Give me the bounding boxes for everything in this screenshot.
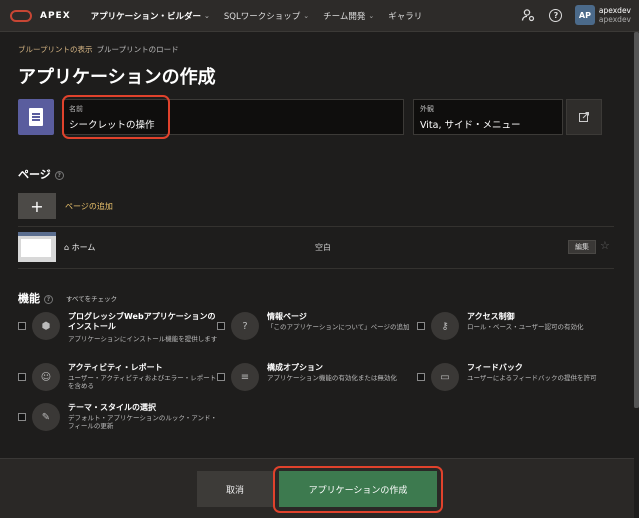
- document-icon: [29, 108, 43, 126]
- nav-sql-workshop[interactable]: SQLワークショップ ⌄: [224, 10, 309, 22]
- add-page-link[interactable]: ページの追加: [65, 201, 113, 212]
- feature-title: テーマ・スタイルの選択: [68, 403, 156, 412]
- page-thumbnail: [18, 232, 56, 262]
- feature-desc: ユーザーによるフィードバックの提供を許可: [467, 374, 597, 382]
- chevron-down-icon: ⌄: [303, 11, 310, 20]
- home-icon: ⌂: [64, 243, 72, 252]
- breadcrumb: ブループリントの表示 ブループリントのロード: [18, 44, 179, 55]
- feature-checkbox[interactable]: [18, 373, 26, 381]
- appearance-field-label: 外観: [420, 105, 434, 113]
- box-icon: ⬢: [32, 312, 60, 340]
- edit-page-button[interactable]: 編集: [568, 240, 596, 254]
- pages-section-title: ページ?: [18, 166, 64, 182]
- feature-checkbox[interactable]: [217, 322, 225, 330]
- comment-icon: ▭: [431, 363, 459, 391]
- feature-about-page: ? 情報ページ 「このアプリケーションについて」ページの追加: [217, 312, 417, 350]
- user-settings-icon[interactable]: [519, 6, 537, 24]
- user-activity-icon: ☺: [32, 363, 60, 391]
- user-workspace: apexdev: [598, 15, 631, 24]
- feature-checkbox[interactable]: [217, 373, 225, 381]
- user-name: apexdev: [598, 6, 631, 15]
- help-icon[interactable]: ?: [54, 170, 64, 180]
- nav-app-builder[interactable]: アプリケーション・ビルダー ⌄: [91, 10, 210, 22]
- page-row-type: 空白: [315, 243, 331, 252]
- nav-team-development[interactable]: チーム開発 ⌄: [323, 10, 374, 22]
- feature-desc: デフォルト・アプリケーションのルック・アンド・フィールの更新: [68, 414, 217, 430]
- cancel-button[interactable]: 取消: [197, 471, 273, 507]
- feature-title: フィードバック: [467, 363, 523, 372]
- main-nav: アプリケーション・ビルダー ⌄ SQLワークショップ ⌄ チーム開発 ⌄ ギャラリ: [91, 10, 437, 22]
- chevron-down-icon: ⌄: [204, 11, 210, 20]
- sliders-icon: ≡: [231, 363, 259, 391]
- highlight-name-field: [62, 95, 170, 139]
- appearance-field[interactable]: 外観 Vita, サイド・メニュー: [413, 99, 563, 135]
- avatar[interactable]: AP: [574, 5, 595, 25]
- feature-activity-reporting: ☺ アクティビティ・レポート ユーザー・アクティビティおよびエラー・レポートを含…: [18, 363, 218, 401]
- app-icon[interactable]: [18, 99, 54, 135]
- feature-checkbox[interactable]: [417, 373, 425, 381]
- feature-title: 情報ページ: [267, 312, 307, 321]
- feature-desc: 「このアプリケーションについて」ページの追加: [267, 323, 410, 331]
- feature-title: アクティビティ・レポート: [68, 363, 163, 372]
- brush-icon: ✎: [32, 403, 60, 431]
- highlight-create-button: [273, 466, 443, 513]
- user-menu[interactable]: apexdev apexdev: [599, 6, 631, 24]
- feature-checkbox[interactable]: [18, 413, 26, 421]
- feature-access-control: ⚷ アクセス制御 ロール・ベース・ユーザー認可の有効化: [417, 312, 617, 350]
- external-edit-icon: [579, 112, 589, 122]
- feature-desc: アプリケーションにインストール機能を提供します: [68, 335, 218, 343]
- chevron-down-icon: ⌄: [368, 11, 375, 20]
- feature-pwa: ⬢ プログレッシブWebアプリケーションのインストール アプリケーションにインス…: [18, 312, 218, 350]
- help-icon: ?: [549, 8, 563, 22]
- check-all-link[interactable]: すべてをチェック: [66, 293, 117, 303]
- feature-checkbox[interactable]: [417, 322, 425, 330]
- add-page-button[interactable]: +: [18, 193, 56, 219]
- breadcrumb-link[interactable]: ブループリントの表示: [18, 45, 93, 54]
- features-section-title: 機能?: [18, 290, 53, 306]
- divider: [18, 226, 614, 227]
- help-icon[interactable]: ?: [44, 294, 53, 304]
- divider: [18, 268, 614, 269]
- feature-desc: ロール・ベース・ユーザー認可の有効化: [467, 323, 584, 331]
- page-title: アプリケーションの作成: [18, 67, 216, 88]
- page-row-name: ⌂ ホーム: [64, 243, 96, 252]
- breadcrumb-current: ブループリントのロード: [96, 45, 179, 54]
- feature-desc: アプリケーション機能の有効化または無効化: [267, 374, 397, 382]
- feature-title: プログレッシブWebアプリケーションのインストール: [68, 312, 216, 331]
- feature-configuration-options: ≡ 構成オプション アプリケーション機能の有効化または無効化: [217, 363, 417, 401]
- appearance-edit-button[interactable]: [566, 99, 602, 135]
- oracle-logo-icon[interactable]: [10, 9, 32, 22]
- feature-checkbox[interactable]: [18, 322, 26, 330]
- key-icon: ⚷: [431, 312, 459, 340]
- feature-feedback: ▭ フィードバック ユーザーによるフィードバックの提供を許可: [417, 363, 617, 401]
- info-icon: ?: [231, 312, 259, 340]
- help-button[interactable]: ?: [547, 6, 565, 24]
- brand-name[interactable]: APEX: [40, 11, 71, 21]
- plus-icon: +: [30, 196, 44, 216]
- feature-theme-style: ✎ テーマ・スタイルの選択 デフォルト・アプリケーションのルック・アンド・フィー…: [18, 403, 218, 441]
- top-right-controls: ? AP apexdev apexdev: [519, 5, 631, 25]
- feature-title: アクセス制御: [467, 312, 515, 321]
- scrollbar-thumb[interactable]: [634, 32, 639, 408]
- feature-desc: ユーザー・アクティビティおよびエラー・レポートを含める: [68, 374, 217, 390]
- appearance-field-value: Vita, サイド・メニュー: [420, 120, 521, 131]
- nav-gallery[interactable]: ギャラリ: [388, 10, 422, 22]
- star-icon[interactable]: ☆: [600, 239, 610, 252]
- top-navigation-bar: APEX アプリケーション・ビルダー ⌄ SQLワークショップ ⌄ チーム開発 ⌄ ギ…: [0, 0, 639, 32]
- feature-title: 構成オプション: [267, 363, 323, 372]
